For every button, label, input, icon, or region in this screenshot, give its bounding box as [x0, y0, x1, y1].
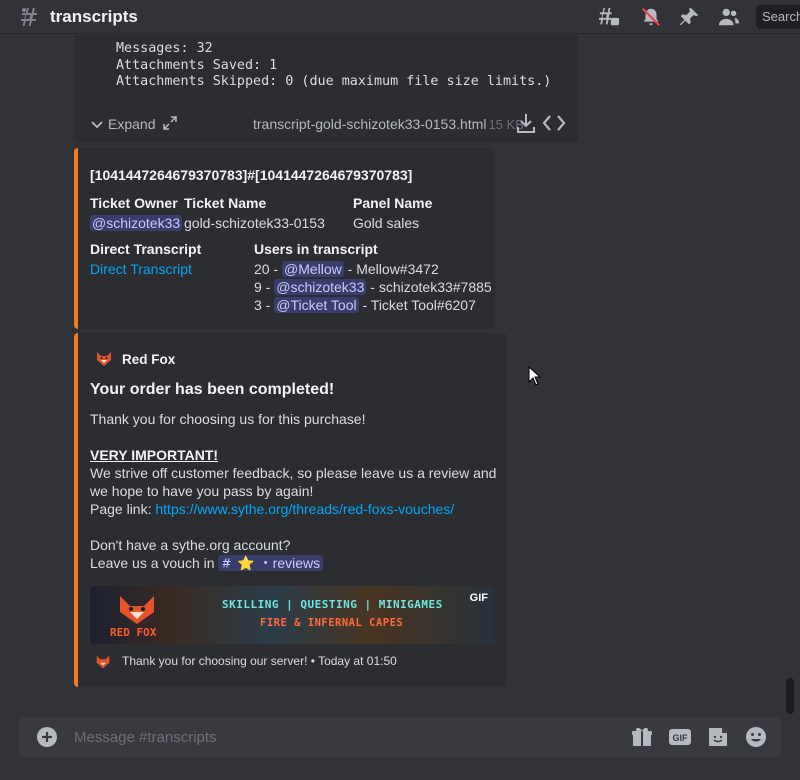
promo-banner-image[interactable]: RED FOX GIF SKILLING | QUESTING | MINIGA…: [90, 586, 494, 644]
user-tag: - Ticket Tool#6207: [358, 297, 476, 313]
user-row: 20 - @Mellow - Mellow#3472: [254, 260, 492, 278]
thanks-text: Thank you for choosing us for this purch…: [90, 411, 366, 427]
scrollbar-thumb[interactable]: [786, 678, 794, 714]
expand-button[interactable]: Expand: [90, 116, 155, 132]
ticket-name-value: gold-schizotek33-0153: [184, 215, 325, 231]
code-icon[interactable]: [542, 113, 566, 133]
important-heading: VERY IMPORTANT!: [90, 447, 219, 463]
fox-mascot-icon: [120, 596, 154, 624]
page-link-label: Page link:: [90, 501, 156, 517]
embed-title: [1041447264679370783]#[10414472646793707…: [90, 167, 413, 183]
code-line: Attachments Saved: 1: [116, 57, 278, 73]
order-embed: Red Fox Your order has been completed! T…: [74, 333, 507, 687]
user-mention[interactable]: @Mellow: [282, 261, 344, 277]
user-row: 9 - @schizotek33 - schizotek33#7885: [254, 278, 492, 296]
banner-brand: RED FOX: [110, 626, 157, 639]
hashtag-icon: [222, 558, 231, 568]
feedback-text: We strive off customer feedback, so plea…: [90, 465, 497, 499]
field-name-owner: Ticket Owner: [90, 195, 178, 211]
mouse-cursor-icon: [528, 366, 542, 386]
banner-line-1: SKILLING | QUESTING | MINIGAMES: [222, 598, 443, 611]
user-mention[interactable]: @Ticket Tool: [274, 297, 359, 313]
download-icon[interactable]: [516, 112, 536, 134]
chevron-down-icon: [91, 121, 103, 129]
search-input[interactable]: Search: [756, 5, 800, 29]
reviews-channel-mention[interactable]: ⭐ ・reviews: [218, 555, 324, 571]
message-input[interactable]: [74, 717, 594, 757]
ticket-embed: [1041447264679370783]#[10414472646793707…: [74, 148, 495, 329]
emoji-icon[interactable]: [744, 725, 768, 749]
vouch-line: Leave us a vouch in ⭐ ・reviews: [90, 554, 500, 572]
field-name-direct: Direct Transcript: [90, 241, 202, 257]
attachment-bar: Expand transcript-gold-schizotek33-0153.…: [74, 105, 578, 143]
hashtag-icon: [21, 8, 37, 26]
user-tag: - schizotek33#7885: [366, 279, 492, 295]
vouch-prefix: Leave us a vouch in: [90, 555, 219, 571]
embed-footer: Thank you for choosing our server! • Tod…: [122, 654, 397, 668]
expand-label: Expand: [108, 116, 156, 132]
user-mention[interactable]: @schizotek33: [274, 279, 367, 295]
owner-value: @schizotek33: [90, 214, 183, 232]
attachment-filename[interactable]: transcript-gold-schizotek33-0153.html 15 …: [253, 116, 524, 132]
account-question: Don't have a sythe.org account?: [90, 537, 291, 553]
embed-title: Your order has been completed!: [90, 381, 335, 398]
message-list: Messages: 32 Attachments Saved: 1 Attachme…: [0, 35, 800, 715]
panel-name-value: Gold sales: [353, 215, 420, 231]
direct-transcript-link[interactable]: Direct Transcript: [90, 260, 192, 278]
pin-icon[interactable]: [678, 6, 700, 28]
threads-icon[interactable]: [598, 6, 620, 28]
message-composer: GIF: [18, 717, 782, 757]
red-fox-avatar: [94, 348, 114, 368]
svg-text:GIF: GIF: [673, 733, 689, 743]
footer-avatar: [94, 652, 112, 670]
sythe-link[interactable]: https://www.sythe.org/threads/red-foxs-v…: [155, 501, 454, 517]
user-mention[interactable]: @schizotek33: [90, 215, 183, 231]
channel-header: transcripts Search: [0, 0, 800, 34]
gif-icon[interactable]: GIF: [668, 725, 692, 749]
members-icon[interactable]: [718, 6, 740, 28]
embed-author[interactable]: Red Fox: [122, 352, 175, 367]
reviews-channel-name: ⭐ ・reviews: [237, 555, 321, 571]
code-text: Messages: 32 Attachments Saved: 1 Attachme…: [116, 41, 551, 91]
user-count: 20 -: [254, 261, 283, 277]
users-list: 20 - @Mellow - Mellow#3472 9 - @schizote…: [254, 260, 492, 314]
channel-title: transcripts: [50, 7, 138, 26]
mute-bell-icon[interactable]: [640, 6, 662, 28]
code-line: Attachments Skipped: 0 (due maximum file…: [116, 74, 552, 89]
user-count: 9 -: [254, 279, 275, 295]
user-tag: - Mellow#3472: [343, 261, 439, 277]
code-line: Messages: 32: [116, 41, 213, 56]
gift-icon[interactable]: [630, 725, 654, 749]
field-name-panel: Panel Name: [353, 195, 433, 211]
page-link-line: Page link: https://www.sythe.org/threads…: [90, 500, 500, 518]
sticker-icon[interactable]: [706, 725, 730, 749]
field-name-ticket: Ticket Name: [184, 195, 267, 211]
embed-description: Thank you for choosing us for this purch…: [90, 410, 500, 572]
expand-arrows-icon[interactable]: [162, 115, 178, 131]
user-row: 3 - @Ticket Tool - Ticket Tool#6207: [254, 296, 492, 314]
filename-text: transcript-gold-schizotek33-0153.html: [253, 116, 487, 132]
gif-badge: GIF: [469, 592, 488, 604]
field-name-users: Users in transcript: [254, 241, 378, 257]
banner-line-2: FIRE & INFERNAL CAPES: [260, 617, 404, 629]
user-count: 3 -: [254, 297, 275, 313]
plus-circle-icon[interactable]: [36, 726, 58, 748]
